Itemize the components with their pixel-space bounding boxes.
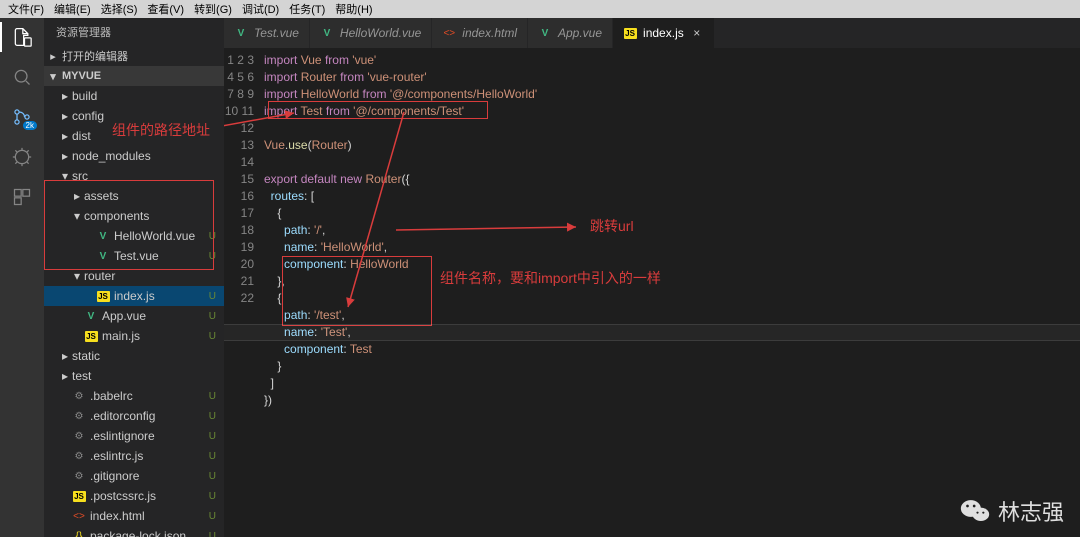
tree-item-label: node_modules — [72, 149, 216, 163]
explorer-icon[interactable] — [11, 26, 33, 48]
editor-tab[interactable]: <>index.html — [432, 18, 528, 48]
vue-icon: V — [84, 309, 98, 323]
menu-item[interactable]: 任务(T) — [285, 1, 329, 17]
gear-icon: ⚙ — [72, 409, 86, 423]
tree-item-label: .babelrc — [90, 389, 205, 403]
tree-item-label: .gitignore — [90, 469, 205, 483]
tree-item-label: index.js — [114, 289, 205, 303]
tree-item-label: .postcssrc.js — [90, 489, 205, 503]
git-status: U — [209, 491, 216, 502]
tree-item[interactable]: ▸test — [44, 366, 224, 386]
annotation-path: 组件的路径地址 — [112, 120, 210, 140]
search-icon[interactable] — [11, 66, 33, 88]
file-tree[interactable]: ▸build▸config▸dist▸node_modules▾src▸asse… — [44, 86, 224, 537]
json-icon: {} — [72, 529, 86, 537]
tree-item-label: .eslintignore — [90, 429, 205, 443]
tree-item-label: main.js — [102, 329, 205, 343]
annotation-box-tree — [44, 180, 214, 270]
tab-label: Test.vue — [254, 26, 299, 40]
tree-item[interactable]: ⚙ .eslintrc.js U — [44, 446, 224, 466]
watermark-text: 林志强 — [998, 495, 1064, 527]
tab-label: HelloWorld.vue — [340, 26, 421, 40]
tree-item-label: package-lock.json — [90, 529, 205, 537]
wechat-icon — [960, 498, 990, 524]
git-status: U — [209, 391, 216, 402]
menu-item[interactable]: 调试(D) — [238, 1, 283, 17]
tree-item[interactable]: JS main.js U — [44, 326, 224, 346]
line-gutter: 1 2 3 4 5 6 7 8 9 10 11 12 13 14 15 16 1… — [224, 48, 264, 537]
editor-tab[interactable]: VHelloWorld.vue — [310, 18, 432, 48]
open-editors-section[interactable]: ▸打开的编辑器 — [44, 46, 224, 66]
debug-icon[interactable] — [11, 146, 33, 168]
sidebar: 资源管理器 ▸打开的编辑器 ▾MYVUE ▸build▸config▸dist▸… — [44, 18, 224, 537]
gear-icon: ⚙ — [72, 389, 86, 403]
code-area[interactable]: import Vue from 'vue'import Router from … — [264, 48, 1080, 537]
git-status: U — [209, 531, 216, 537]
editor-tabs[interactable]: VTest.vueVHelloWorld.vue<>index.htmlVApp… — [224, 18, 1080, 48]
tree-item-label: index.html — [90, 509, 205, 523]
tree-item[interactable]: ▸static — [44, 346, 224, 366]
tree-item[interactable]: <> index.html U — [44, 506, 224, 526]
tree-item-label: .eslintrc.js — [90, 449, 205, 463]
tree-item[interactable]: JS index.js U — [44, 286, 224, 306]
menu-item[interactable]: 转到(G) — [190, 1, 236, 17]
tree-item-label: .editorconfig — [90, 409, 205, 423]
tree-item[interactable]: ⚙ .babelrc U — [44, 386, 224, 406]
menubar[interactable]: 文件(F)编辑(E)选择(S)查看(V)转到(G)调试(D)任务(T)帮助(H) — [0, 0, 1080, 18]
scm-icon[interactable]: 2k — [11, 106, 33, 128]
tree-item-label: App.vue — [102, 309, 205, 323]
tree-item[interactable]: ▸node_modules — [44, 146, 224, 166]
close-icon[interactable]: × — [690, 26, 704, 40]
html-icon: <> — [72, 509, 86, 523]
tab-label: index.js — [643, 26, 684, 40]
git-status: U — [209, 331, 216, 342]
tree-item[interactable]: JS .postcssrc.js U — [44, 486, 224, 506]
git-status: U — [209, 291, 216, 302]
tree-item-label: test — [72, 369, 216, 383]
gear-icon: ⚙ — [72, 469, 86, 483]
menu-item[interactable]: 选择(S) — [97, 1, 142, 17]
tab-label: App.vue — [558, 26, 602, 40]
tab-label: index.html — [462, 26, 517, 40]
gear-icon: ⚙ — [72, 429, 86, 443]
git-status: U — [209, 311, 216, 322]
tree-item-label: build — [72, 89, 216, 103]
menu-item[interactable]: 帮助(H) — [331, 1, 376, 17]
tree-item[interactable]: {} package-lock.json U — [44, 526, 224, 537]
git-status: U — [209, 431, 216, 442]
tree-item-label: static — [72, 349, 216, 363]
git-status: U — [209, 471, 216, 482]
editor[interactable]: 1 2 3 4 5 6 7 8 9 10 11 12 13 14 15 16 1… — [224, 48, 1080, 537]
git-status: U — [209, 511, 216, 522]
tree-item[interactable]: ▸build — [44, 86, 224, 106]
js-icon: JS — [84, 329, 98, 343]
watermark: 林志强 — [960, 495, 1064, 527]
extensions-icon[interactable] — [11, 186, 33, 208]
editor-tab[interactable]: VApp.vue — [528, 18, 613, 48]
editor-tab[interactable]: VTest.vue — [224, 18, 310, 48]
menu-item[interactable]: 查看(V) — [143, 1, 188, 17]
project-section[interactable]: ▾MYVUE — [44, 66, 224, 86]
editor-tab[interactable]: JSindex.js× — [613, 18, 715, 48]
git-status: U — [209, 451, 216, 462]
sidebar-title: 资源管理器 — [44, 18, 224, 46]
activity-bar: 2k — [0, 18, 44, 537]
tree-item[interactable]: ⚙ .gitignore U — [44, 466, 224, 486]
gear-icon: ⚙ — [72, 449, 86, 463]
tree-item[interactable]: V App.vue U — [44, 306, 224, 326]
menu-item[interactable]: 文件(F) — [4, 1, 48, 17]
git-status: U — [209, 411, 216, 422]
js-icon: JS — [72, 489, 86, 503]
tree-item-label: router — [84, 269, 216, 283]
js-icon: JS — [96, 289, 110, 303]
tree-item[interactable]: ⚙ .eslintignore U — [44, 426, 224, 446]
tree-item[interactable]: ⚙ .editorconfig U — [44, 406, 224, 426]
menu-item[interactable]: 编辑(E) — [50, 1, 95, 17]
